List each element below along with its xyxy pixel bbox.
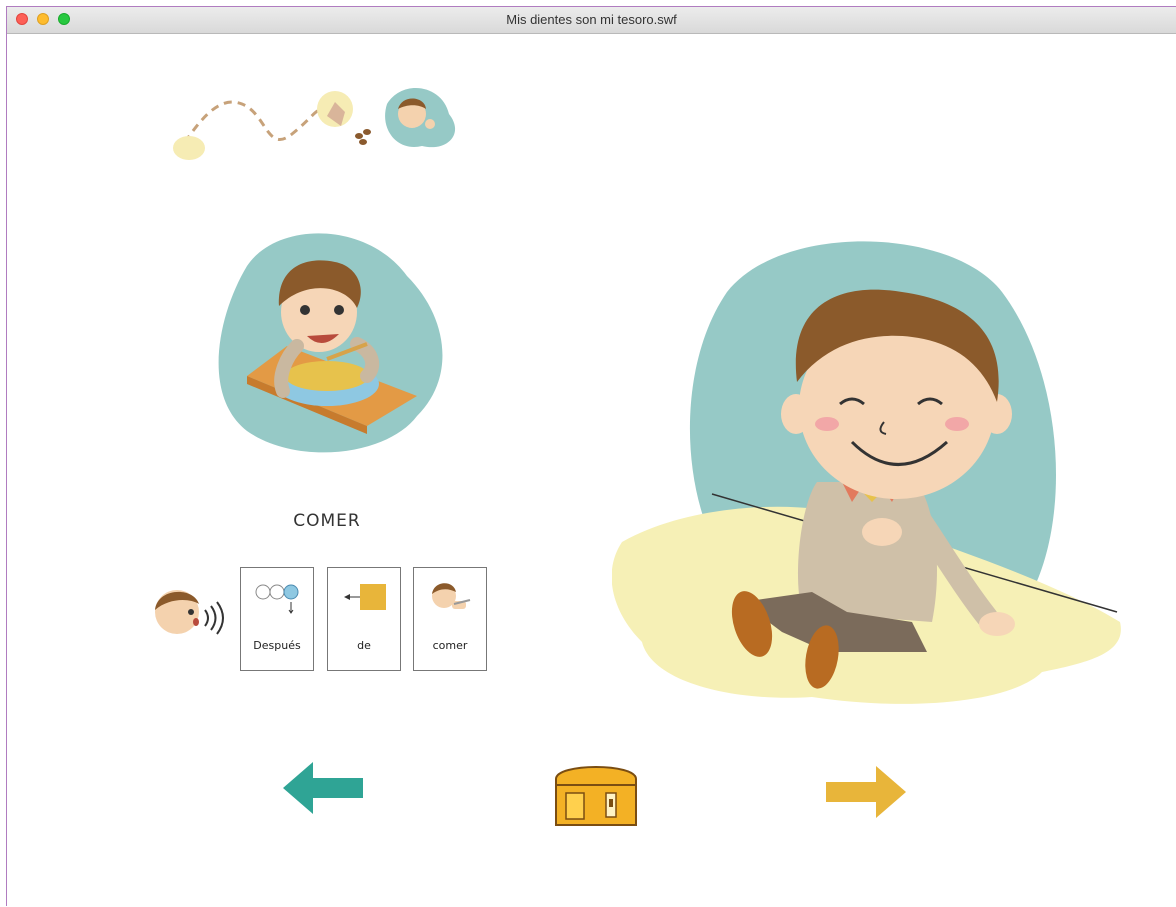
flash-stage: COMER Después de comer [7, 34, 1176, 907]
child-eating-icon [432, 583, 471, 609]
after-clock-icon [255, 584, 299, 614]
pictogram-label: de [357, 639, 371, 652]
title-bar: Mis dientes son mi tesoro.swf [7, 7, 1176, 34]
pictogram-card-comer[interactable]: comer [413, 567, 487, 671]
speak-sentence-icon[interactable] [153, 582, 233, 640]
arrow-square-icon [344, 584, 386, 610]
footprint-icon [355, 133, 363, 139]
eating-illustration [218, 233, 443, 453]
window-title: Mis dientes son mi tesoro.swf [506, 12, 677, 27]
next-arrow-icon[interactable] [826, 766, 908, 818]
app-window: Mis dientes son mi tesoro.swf COMER Desp… [6, 6, 1176, 906]
pictogram-label: comer [432, 639, 468, 652]
treasure-chest-icon[interactable] [552, 757, 640, 827]
progress-path [173, 87, 456, 160]
soup [285, 361, 369, 391]
hand-on-belly [862, 518, 902, 546]
happy-child-illustration [612, 241, 1121, 704]
pictogram-card-despues[interactable]: Después [240, 567, 314, 671]
start-spot-icon [173, 136, 205, 160]
back-arrow-icon[interactable] [283, 762, 367, 814]
activity-word: COMER [293, 511, 361, 531]
pictogram-card-de[interactable]: de [327, 567, 401, 671]
pictogram-label: Después [253, 639, 301, 652]
